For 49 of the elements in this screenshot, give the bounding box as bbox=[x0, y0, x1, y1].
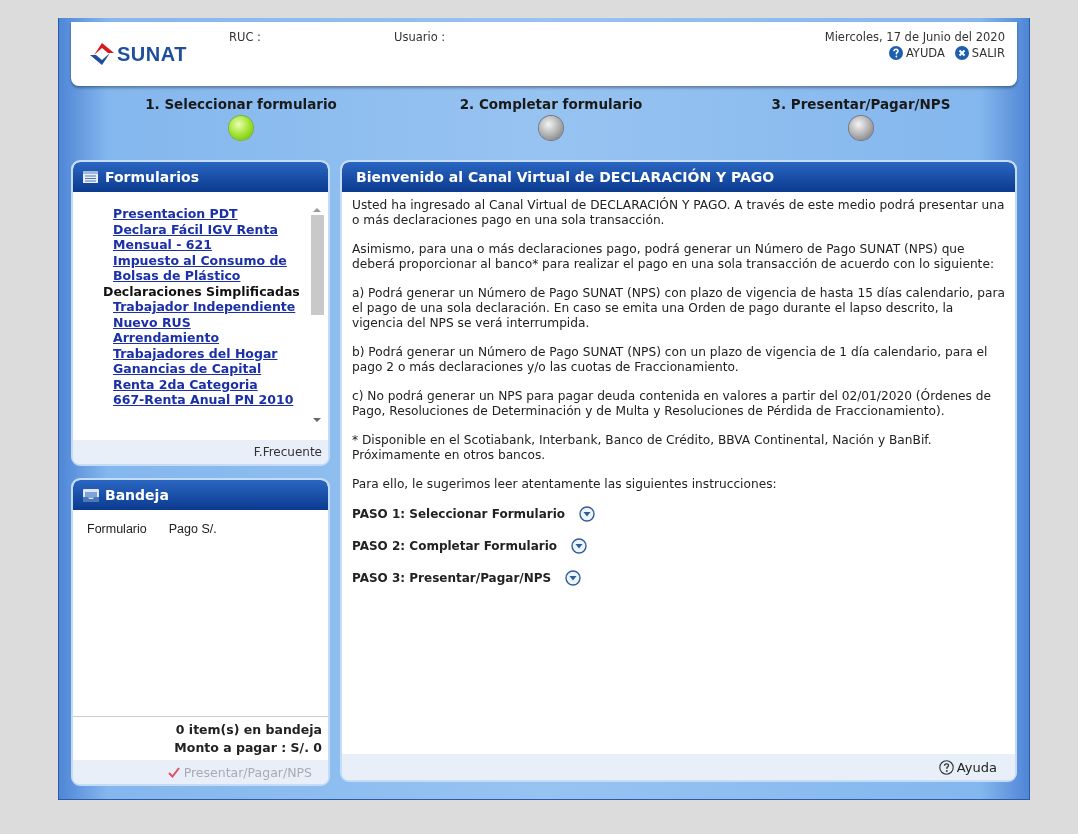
paragraph: * Disponible en el Scotiabank, Interbank, Banco de Crédito, BBVA Continental, Nación y BanBif. Próximamente en otros bancos. bbox=[352, 433, 933, 463]
form-link[interactable]: Ganancias de Capital bbox=[103, 361, 310, 377]
paragraph: Para ello, le sugerimos leer atentamente las siguientes instrucciones: bbox=[352, 477, 778, 492]
frequent-link[interactable]: F.Frecuente bbox=[253, 445, 322, 459]
column-header: Pago S/. bbox=[168, 522, 217, 536]
step-heading: PASO 1: Seleccionar Formulario bbox=[352, 506, 566, 522]
help-icon bbox=[888, 46, 903, 60]
checkmark-icon bbox=[167, 766, 180, 778]
form-link[interactable]: Trabajadores del Hogar bbox=[103, 345, 310, 361]
help-icon bbox=[938, 759, 954, 775]
expand-icon[interactable] bbox=[571, 538, 588, 554]
paragraph: Usted ha ingresado al Canal Virtual de DECLARACIÓN Y PAGO. A través de este medio podrá presentar una o más declaraciones pago en una sola transacción. bbox=[352, 198, 1005, 228]
help-link[interactable]: AYUDA bbox=[888, 46, 945, 60]
paragraph: a) Podrá generar un Número de Pago SUNAT (NPS) con plazo de vigencia de hasta 15 días calendario, para el pago de una sola declaración. En caso se emita una Orden de pago durante el lapso descrito, la vigencia del NPS se verá interrumpida. bbox=[352, 286, 1005, 331]
form-link[interactable]: 667-Renta Anual PN 2010 bbox=[103, 392, 310, 408]
logo-text: SUNAT bbox=[117, 42, 187, 66]
ruc-label: RUC : bbox=[229, 30, 262, 44]
form-link[interactable]: Nuevo RUS bbox=[103, 314, 310, 330]
amount-total: Monto a pagar : S/. 0 bbox=[174, 739, 322, 757]
panel-title: Bienvenido al Canal Virtual de DECLARACIÓN Y PAGO bbox=[356, 169, 775, 185]
paragraph: Asimismo, para una o más declaraciones pago, podrá generar un Número de Pago SUNAT (NPS) que deberá proporcionar al banco* para realizar el pago en una sola transacción de acuerdo con lo siguiente: bbox=[352, 242, 995, 272]
user-label: Usuario : bbox=[394, 30, 447, 44]
exit-link[interactable]: SALIR bbox=[954, 46, 1005, 60]
step-heading: PASO 3: Presentar/Pagar/NPS bbox=[352, 570, 552, 586]
form-icon bbox=[83, 170, 99, 184]
logo-icon bbox=[89, 42, 115, 66]
date-text: Miercoles, 17 de Junio del 2020 bbox=[824, 30, 1005, 44]
step-heading: PASO 2: Completar Formulario bbox=[352, 538, 558, 554]
tray-icon bbox=[83, 488, 99, 502]
step-label: 2. Completar formulario bbox=[459, 96, 643, 112]
paragraph: c) No podrá generar un NPS para pagar deuda contenida en valores a partir del 02/01/2020 (Órdenes de Pago, Resoluciones de Determinación y de Multa y Resoluciones de Pérdida de Fraccionamiento). bbox=[352, 389, 992, 419]
form-link[interactable]: Trabajador Independiente bbox=[103, 299, 310, 315]
form-link[interactable]: Renta 2da Categoria bbox=[103, 376, 310, 392]
paragraph: b) Podrá generar un Número de Pago SUNAT (NPS) con un plazo de vigencia de 1 día calendario, para el pago 2 o más declaraciones y/o las cuotas de Fraccionamiento. bbox=[352, 345, 989, 375]
form-link[interactable]: Presentacion PDT bbox=[103, 206, 310, 222]
item-count: 0 item(s) en bandeja bbox=[175, 721, 322, 739]
group-heading: Declaraciones Simplificadas bbox=[103, 283, 301, 299]
form-link[interactable]: Declara Fácil IGV Renta Mensual - 621 bbox=[103, 221, 310, 253]
column-header: Formulario bbox=[87, 522, 147, 536]
step-label: 1. Seleccionar formulario bbox=[145, 96, 337, 112]
panel-title: Bandeja bbox=[105, 487, 169, 503]
expand-icon[interactable] bbox=[579, 506, 596, 522]
form-link[interactable]: Arrendamiento bbox=[103, 330, 310, 346]
form-link[interactable]: Impuesto al Consumo de Bolsas de Plástico bbox=[103, 252, 310, 284]
close-icon bbox=[954, 46, 969, 60]
help-link[interactable]: Ayuda bbox=[938, 759, 997, 775]
step-label: 3. Presentar/Pagar/NPS bbox=[771, 96, 951, 112]
expand-icon[interactable] bbox=[565, 570, 582, 586]
panel-title: Formularios bbox=[105, 169, 199, 185]
